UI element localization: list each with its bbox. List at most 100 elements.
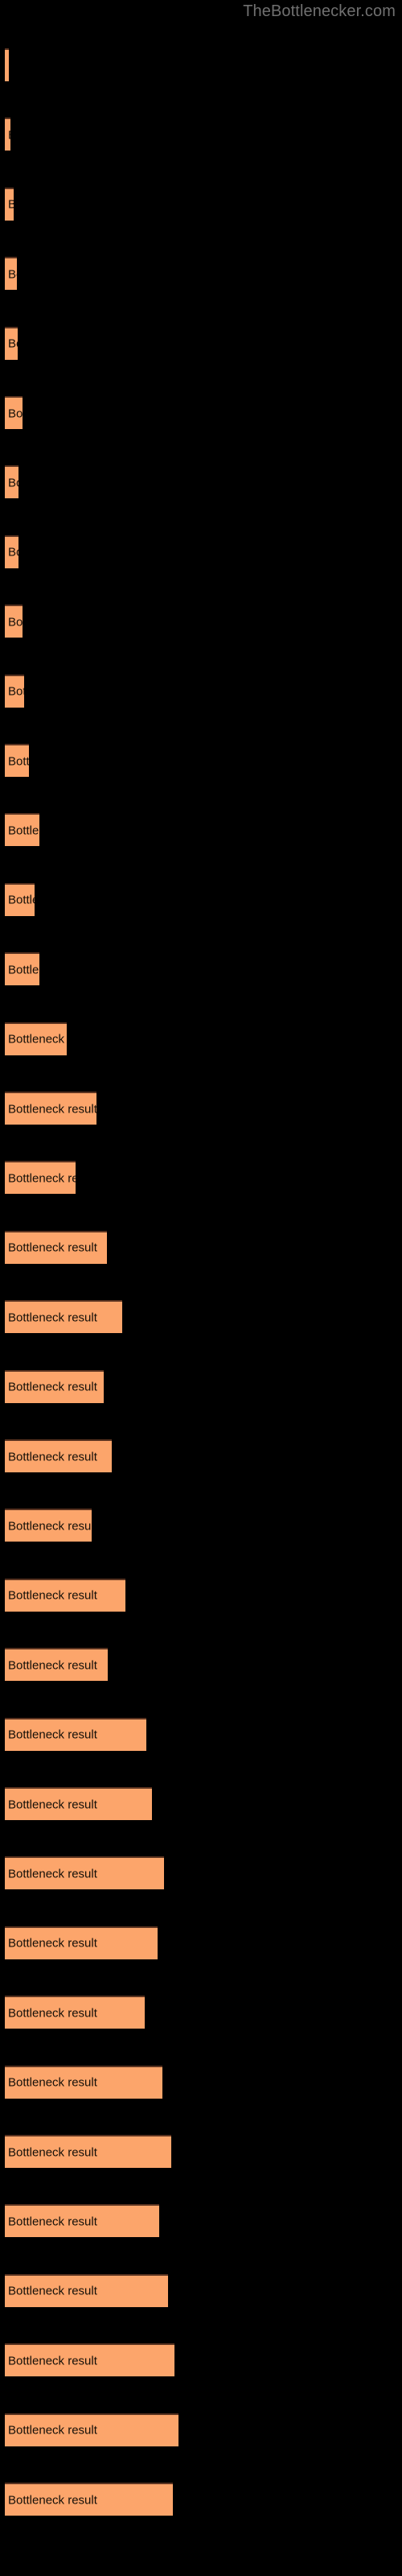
bar-label: Bottleneck result <box>8 198 14 212</box>
bar-label: Bottleneck result <box>8 1728 97 1742</box>
bar-row: Bottleneck result <box>0 1996 402 2030</box>
bar[interactable]: Bottleneck result <box>5 396 23 429</box>
bar[interactable]: Bottleneck result <box>5 1578 125 1612</box>
bar-label: Bottleneck result <box>8 893 35 907</box>
bar-row: Bottleneck result <box>0 1717 402 1752</box>
bar[interactable]: Bottleneck result <box>5 1092 96 1125</box>
bar[interactable]: Bottleneck result <box>5 882 35 916</box>
bar[interactable]: Bottleneck result <box>5 1509 92 1542</box>
bar[interactable]: Bottleneck result <box>5 2204 159 2238</box>
bar-label: Bottleneck result <box>8 615 23 630</box>
bar-row: Bottleneck result <box>0 1092 402 1126</box>
bar-row: Bottleneck result <box>0 118 402 152</box>
bar-label: Bottleneck result <box>8 336 18 351</box>
bar-label: Bottleneck result <box>8 1171 76 1186</box>
bar-row: Bottleneck result <box>0 1648 402 1682</box>
bar-row: Bottleneck result <box>0 257 402 291</box>
bar-row: Bottleneck result <box>0 48 402 83</box>
bar-label: Bottleneck result <box>8 2354 97 2368</box>
bar-label: Bottleneck result <box>8 1798 97 1811</box>
bar[interactable]: Bottleneck result <box>5 2065 162 2099</box>
bar[interactable]: Bottleneck result <box>5 2273 168 2307</box>
bar-row: Bottleneck result <box>0 2413 402 2448</box>
bar-label: Bottleneck result <box>8 128 10 142</box>
bar[interactable]: Bottleneck result <box>5 952 39 986</box>
bar[interactable]: Bottleneck result <box>5 1717 146 1751</box>
bar-row: Bottleneck result <box>0 1926 402 1961</box>
bar[interactable]: Bottleneck result <box>5 1161 76 1195</box>
bar-row: Bottleneck result <box>0 605 402 639</box>
bar-row: Bottleneck result <box>0 1578 402 1613</box>
bar-series: Bottleneck result Bottleneck result Bottle… <box>0 0 402 2576</box>
bar[interactable]: Bottleneck result <box>5 1926 158 1959</box>
bar[interactable]: Bottleneck result <box>5 1230 107 1264</box>
bar[interactable]: Bottleneck result <box>5 813 39 847</box>
bar-row: Bottleneck result <box>0 2343 402 2378</box>
bar[interactable]: Bottleneck result <box>5 1439 112 1472</box>
bar[interactable]: Bottleneck result <box>5 2483 173 2516</box>
bar[interactable]: Bottleneck result <box>5 2343 174 2377</box>
bar-label: Bottleneck result <box>8 1380 97 1394</box>
bar-label: Bottleneck result <box>8 824 39 838</box>
bar-row: Bottleneck result <box>0 674 402 709</box>
bar-label: Bottleneck result <box>8 2284 97 2298</box>
bar-row: Bottleneck result <box>0 465 402 500</box>
bar-row: Bottleneck result <box>0 744 402 778</box>
bar[interactable]: Bottleneck result <box>5 605 23 638</box>
bar-row: Bottleneck result <box>0 1787 402 1822</box>
bar-row: Bottleneck result <box>0 952 402 987</box>
bar-label: Bottleneck result <box>8 1241 97 1255</box>
bar-row: Bottleneck result <box>0 1369 402 1405</box>
bar[interactable]: Bottleneck result <box>5 535 18 568</box>
bar-label: Bottleneck result <box>8 1519 92 1534</box>
bar[interactable]: Bottleneck result <box>5 257 17 291</box>
bar[interactable]: Bottleneck result <box>5 2413 178 2446</box>
bar-label: Bottleneck result <box>8 754 29 768</box>
bar[interactable]: Bottleneck result <box>5 674 24 708</box>
bar[interactable]: Bottleneck result <box>5 48 9 81</box>
bar-label: Bottleneck result <box>8 267 17 282</box>
bar-row: Bottleneck result <box>0 2273 402 2309</box>
bar-label: Bottleneck result <box>8 1102 96 1116</box>
bar-label: Bottleneck result <box>8 407 23 420</box>
bar[interactable]: Bottleneck result <box>5 744 29 777</box>
bar[interactable]: Bottleneck result <box>5 2135 171 2168</box>
bar-label: Bottleneck result <box>8 1588 97 1603</box>
bar-label: Bottleneck result <box>8 2493 97 2507</box>
bar-label: Bottleneck result <box>8 2423 97 2438</box>
bar-row: Bottleneck result <box>0 813 402 848</box>
bar-row: Bottleneck result <box>0 2135 402 2169</box>
bar-row: Bottleneck result <box>0 1230 402 1265</box>
bar-label: Bottleneck result <box>8 1658 97 1673</box>
bar-row: Bottleneck result <box>0 1439 402 1474</box>
bar-row: Bottleneck result <box>0 1300 402 1335</box>
bar-label: Bottleneck result <box>8 2006 97 2021</box>
bar[interactable]: Bottleneck result <box>5 1996 145 2029</box>
bar[interactable]: Bottleneck result <box>5 465 18 499</box>
bar[interactable]: Bottleneck result <box>5 187 14 221</box>
bar[interactable]: Bottleneck result <box>5 1856 164 1890</box>
bar-row: Bottleneck result <box>0 1022 402 1057</box>
bar-label: Bottleneck result <box>8 59 9 72</box>
bar-label: Bottleneck result <box>8 476 18 490</box>
bar[interactable]: Bottleneck result <box>5 118 10 151</box>
bar-row: Bottleneck result <box>0 2483 402 2517</box>
bar-label: Bottleneck result <box>8 2145 97 2159</box>
bar-label: Bottleneck result <box>8 1936 97 1951</box>
bar[interactable]: Bottleneck result <box>5 1648 108 1682</box>
bar-label: Bottleneck result <box>8 2075 97 2090</box>
bar[interactable]: Bottleneck result <box>5 1022 67 1055</box>
bar[interactable]: Bottleneck result <box>5 1787 152 1820</box>
bar-label: Bottleneck result <box>8 1867 97 1881</box>
bar-label: Bottleneck result <box>8 1311 97 1325</box>
bar[interactable]: Bottleneck result <box>5 326 18 360</box>
bar-row: Bottleneck result <box>0 2204 402 2239</box>
bar-label: Bottleneck result <box>8 963 39 977</box>
bar-row: Bottleneck result <box>0 882 402 918</box>
bar-label: Bottleneck result <box>8 684 24 699</box>
bar-label: Bottleneck result <box>8 1032 67 1046</box>
bar-label: Bottleneck result <box>8 2215 97 2229</box>
bar[interactable]: Bottleneck result <box>5 1300 122 1334</box>
bar-label: Bottleneck result <box>8 1450 97 1463</box>
bar[interactable]: Bottleneck result <box>5 1369 104 1403</box>
